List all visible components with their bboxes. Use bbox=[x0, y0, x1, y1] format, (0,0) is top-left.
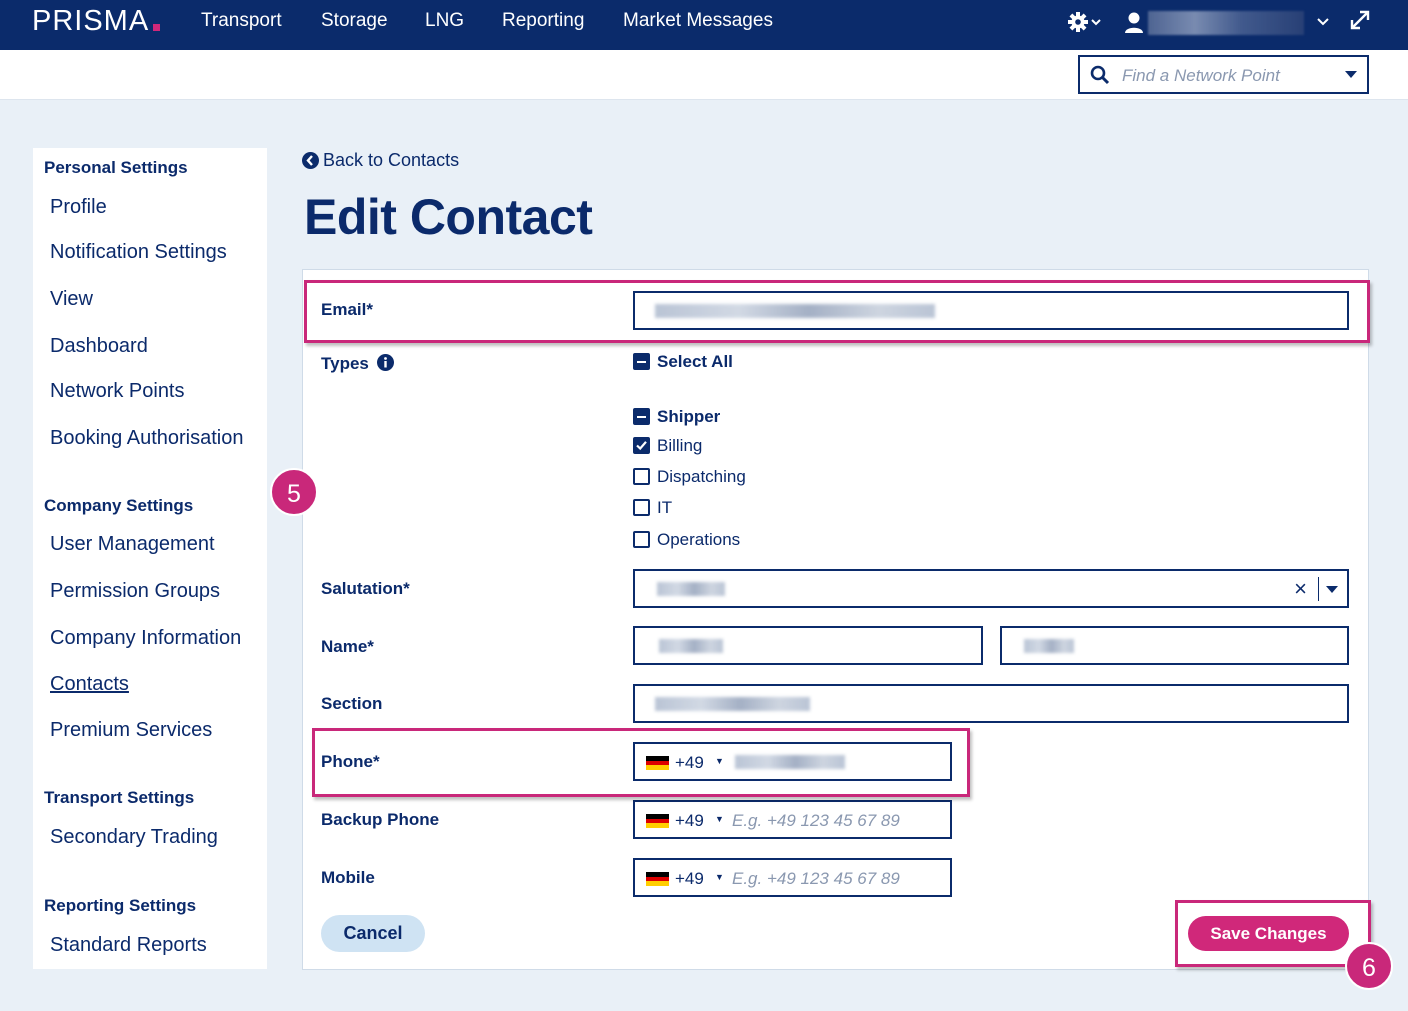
first-name-redacted bbox=[659, 639, 723, 653]
types-label: Types bbox=[321, 352, 394, 374]
sidebar-item-contacts[interactable]: Contacts bbox=[50, 673, 129, 696]
settings-sidebar: Personal Settings Profile Notification S… bbox=[33, 148, 267, 969]
prisma-logo[interactable]: PRISMA bbox=[32, 5, 149, 38]
sub-bar: Find a Network Point bbox=[0, 50, 1408, 100]
network-point-search[interactable]: Find a Network Point bbox=[1078, 55, 1369, 94]
backup-phone-label: Backup Phone bbox=[321, 810, 440, 829]
caret-down-icon[interactable] bbox=[1326, 586, 1338, 594]
chevron-down-icon bbox=[1317, 18, 1329, 26]
sidebar-heading-company: Company Settings bbox=[44, 496, 194, 515]
section-label: Section bbox=[321, 694, 383, 713]
name-label: Name* bbox=[321, 637, 374, 656]
back-label: Back to Contacts bbox=[323, 150, 460, 170]
caret-down-icon: ▼ bbox=[715, 756, 724, 766]
sidebar-item-premium-services[interactable]: Premium Services bbox=[50, 719, 212, 742]
salutation-label: Salutation* bbox=[321, 579, 410, 598]
sidebar-heading-reporting: Reporting Settings bbox=[44, 896, 197, 915]
phone-label: Phone* bbox=[321, 752, 380, 771]
type-operations-label: Operations bbox=[657, 530, 741, 549]
nav-lng[interactable]: LNG bbox=[425, 10, 464, 32]
nav-market-messages[interactable]: Market Messages bbox=[623, 10, 773, 32]
info-icon[interactable] bbox=[376, 354, 394, 371]
expand-icon[interactable] bbox=[1349, 9, 1371, 31]
sidebar-heading-transport: Transport Settings bbox=[44, 788, 195, 807]
mobile-label: Mobile bbox=[321, 868, 375, 887]
caret-down-icon: ▼ bbox=[715, 872, 724, 882]
germany-flag-icon[interactable] bbox=[646, 814, 669, 828]
checkbox-empty-icon bbox=[633, 499, 650, 516]
email-value-redacted bbox=[655, 304, 935, 318]
type-billing-label: Billing bbox=[657, 436, 703, 455]
sidebar-item-profile[interactable]: Profile bbox=[50, 196, 107, 219]
back-arrow-icon bbox=[302, 152, 319, 169]
mobile-placeholder: E.g. +49 123 45 67 89 bbox=[732, 869, 900, 888]
logo-dot bbox=[153, 24, 160, 31]
sidebar-item-view[interactable]: View bbox=[50, 288, 93, 311]
type-shipper-label: Shipper bbox=[657, 407, 721, 426]
types-label-text: Types bbox=[321, 354, 369, 373]
user-name-redacted bbox=[1148, 11, 1304, 35]
first-name-field[interactable] bbox=[633, 626, 983, 665]
caret-down-icon bbox=[1345, 71, 1357, 78]
sidebar-item-user-management[interactable]: User Management bbox=[50, 533, 215, 556]
clear-icon[interactable]: × bbox=[1294, 576, 1307, 602]
search-icon bbox=[1090, 65, 1110, 85]
checkbox-empty-icon bbox=[633, 531, 650, 548]
last-name-field[interactable] bbox=[1000, 626, 1349, 665]
step-6-badge: 6 bbox=[1345, 942, 1393, 990]
mobile-field[interactable]: +49 ▼ E.g. +49 123 45 67 89 bbox=[633, 858, 952, 897]
germany-flag-icon[interactable] bbox=[646, 756, 669, 770]
sidebar-item-network-points[interactable]: Network Points bbox=[50, 380, 185, 403]
gear-icon[interactable] bbox=[1066, 9, 1104, 35]
sidebar-item-company-information[interactable]: Company Information bbox=[50, 627, 241, 650]
country-code: +49 bbox=[675, 869, 704, 888]
indeterminate-icon bbox=[633, 408, 650, 425]
search-placeholder: Find a Network Point bbox=[1122, 66, 1280, 85]
section-value-redacted bbox=[655, 697, 810, 711]
phone-value-redacted bbox=[735, 755, 845, 769]
sidebar-item-secondary-trading[interactable]: Secondary Trading bbox=[50, 826, 218, 849]
user-icon bbox=[1125, 12, 1143, 33]
user-menu[interactable] bbox=[1124, 7, 1332, 37]
section-field[interactable] bbox=[633, 684, 1349, 723]
sidebar-heading-personal: Personal Settings bbox=[44, 158, 188, 177]
sidebar-item-standard-reports[interactable]: Standard Reports bbox=[50, 934, 207, 957]
salutation-value-redacted bbox=[657, 582, 725, 596]
type-dispatching-label: Dispatching bbox=[657, 467, 746, 486]
sidebar-item-dashboard[interactable]: Dashboard bbox=[50, 335, 148, 358]
sidebar-item-permission-groups[interactable]: Permission Groups bbox=[50, 580, 220, 603]
nav-transport[interactable]: Transport bbox=[201, 10, 282, 32]
germany-flag-icon[interactable] bbox=[646, 872, 669, 886]
select-all-label: Select All bbox=[657, 352, 733, 371]
sidebar-item-booking-authorisation[interactable]: Booking Authorisation bbox=[50, 427, 243, 450]
caret-down-icon: ▼ bbox=[715, 814, 724, 824]
select-divider bbox=[1318, 577, 1319, 601]
phone-field[interactable]: +49 ▼ bbox=[633, 742, 952, 781]
step-5-badge: 5 bbox=[270, 468, 318, 516]
salutation-select[interactable]: × bbox=[633, 569, 1349, 608]
indeterminate-icon bbox=[633, 353, 650, 370]
nav-storage[interactable]: Storage bbox=[321, 10, 388, 32]
last-name-redacted bbox=[1024, 639, 1074, 653]
backup-phone-placeholder: E.g. +49 123 45 67 89 bbox=[732, 811, 900, 830]
page-title: Edit Contact bbox=[304, 189, 593, 245]
country-code: +49 bbox=[675, 753, 704, 772]
cancel-button[interactable]: Cancel bbox=[321, 915, 425, 952]
backup-phone-field[interactable]: +49 ▼ E.g. +49 123 45 67 89 bbox=[633, 800, 952, 839]
checkbox-empty-icon bbox=[633, 468, 650, 485]
nav-reporting[interactable]: Reporting bbox=[502, 10, 584, 32]
country-code: +49 bbox=[675, 811, 704, 830]
save-changes-button[interactable]: Save Changes bbox=[1188, 916, 1349, 951]
email-label: Email* bbox=[321, 300, 373, 319]
top-nav: PRISMA Transport Storage LNG Reporting M… bbox=[0, 0, 1408, 50]
sidebar-item-notification-settings[interactable]: Notification Settings bbox=[50, 241, 227, 264]
email-field[interactable] bbox=[633, 291, 1349, 330]
checkmark-icon bbox=[633, 437, 650, 454]
type-it-label: IT bbox=[657, 498, 673, 517]
